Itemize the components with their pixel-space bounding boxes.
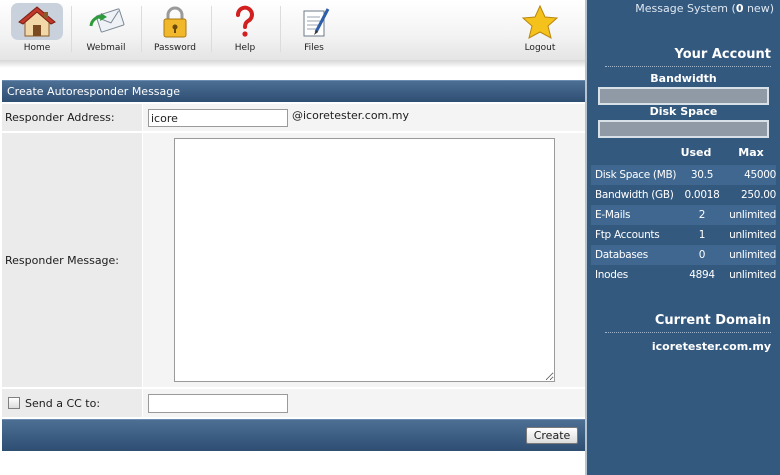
send-cc-label: Send a CC to:	[25, 397, 101, 410]
cc-row: Send a CC to:	[2, 389, 585, 418]
create-button[interactable]: Create	[526, 427, 578, 444]
toolbar-password-button[interactable]: Password	[141, 0, 209, 58]
your-account-heading: Your Account	[674, 47, 771, 62]
toolbar-shadow	[0, 60, 588, 68]
toolbar-password-label: Password	[153, 43, 197, 53]
toolbar-logout-button[interactable]: Logout	[506, 0, 574, 58]
toolbar-webmail-button[interactable]: Webmail	[72, 0, 140, 58]
cc-email-input[interactable]	[148, 394, 288, 413]
responder-message-textarea[interactable]	[174, 138, 555, 382]
table-row: Bandwidth (GB) 0.0018 250.00	[595, 189, 776, 201]
toolbar-home-button[interactable]: Home	[3, 0, 71, 58]
table-row: Ftp Accounts 1 unlimited	[595, 229, 776, 241]
form-footer-bar: Create	[2, 419, 585, 451]
toolbar-home-label: Home	[23, 43, 51, 53]
current-domain-heading: Current Domain	[654, 313, 771, 328]
account-sidebar: Message System (0 new) Your Account Band…	[587, 0, 780, 475]
dotted-divider	[605, 66, 771, 67]
domain-suffix: @icoretester.com.my	[292, 109, 409, 122]
max-column-header: Max	[738, 146, 764, 159]
disk-space-usage-bar	[598, 120, 769, 138]
help-icon	[225, 4, 265, 40]
main-toolbar: Home Webmail Password Help Files Logout	[0, 0, 588, 60]
message-system-link[interactable]: Message System (0 new)	[635, 2, 774, 15]
star-icon	[520, 4, 560, 40]
resource-stats-table: Used Max Disk Space (MB) 30.5 45000 Band…	[591, 146, 776, 285]
toolbar-help-button[interactable]: Help	[211, 0, 279, 58]
responder-address-label: Responder Address:	[5, 111, 115, 124]
current-domain-value: icoretester.com.my	[651, 340, 771, 353]
responder-address-row: Responder Address: @icoretester.com.my	[2, 104, 585, 132]
form-title: Create Autoresponder Message	[7, 85, 181, 98]
toolbar-files-label: Files	[304, 43, 324, 53]
dotted-divider	[605, 332, 771, 333]
responder-message-row: Responder Message:	[2, 133, 585, 388]
bandwidth-label: Bandwidth	[650, 72, 717, 85]
disk-space-label: Disk Space	[649, 105, 718, 118]
files-icon	[294, 4, 334, 40]
stats-header-row: Used Max	[591, 146, 776, 164]
home-icon	[17, 4, 57, 40]
table-row: Inodes 4894 unlimited	[595, 269, 776, 281]
responder-message-label: Responder Message:	[5, 254, 120, 267]
lock-icon	[155, 4, 195, 40]
table-row: Databases 0 unlimited	[591, 245, 776, 265]
bandwidth-usage-bar	[598, 87, 769, 105]
form-title-bar: Create Autoresponder Message	[2, 80, 585, 102]
toolbar-help-label: Help	[234, 43, 256, 53]
toolbar-files-button[interactable]: Files	[280, 0, 348, 58]
webmail-icon	[86, 4, 126, 40]
toolbar-webmail-label: Webmail	[86, 43, 126, 53]
send-cc-checkbox[interactable]	[8, 397, 20, 409]
responder-address-input[interactable]	[148, 109, 288, 127]
toolbar-logout-label: Logout	[524, 43, 556, 53]
used-column-header: Used	[680, 146, 712, 159]
table-row: Disk Space (MB) 30.5 45000	[591, 165, 776, 185]
table-row: E-Mails 2 unlimited	[591, 205, 776, 225]
